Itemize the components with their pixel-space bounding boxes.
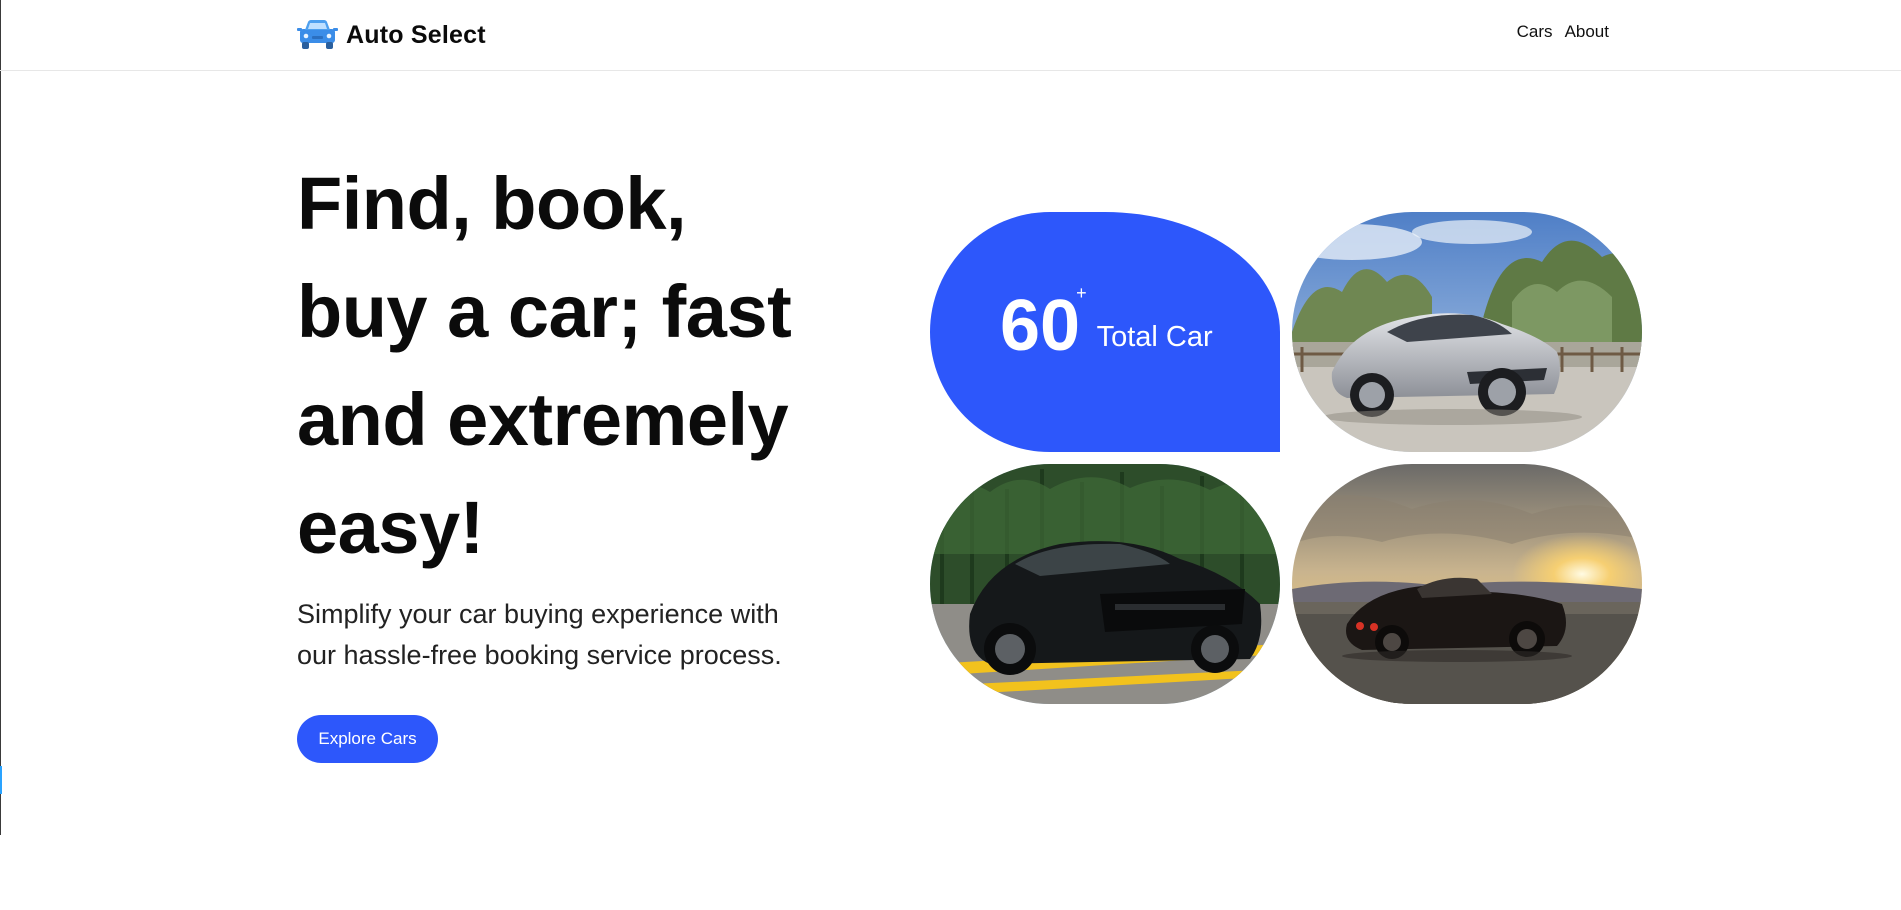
silver-sedan-photo[interactable]: [1292, 212, 1642, 452]
hero-title-line: Find, book,: [297, 162, 687, 245]
nav-link-cars[interactable]: Cars: [1517, 22, 1553, 42]
classic-muscle-car-sunset-photo[interactable]: [1292, 464, 1642, 704]
total-cars-stat-card: 60 + Total Car: [930, 212, 1280, 452]
hero-title: Find, book, buy a car; fast and extremel…: [297, 150, 857, 582]
main-nav: Cars About: [1517, 22, 1609, 42]
hero-title-line: easy!: [297, 486, 484, 569]
nav-link-about[interactable]: About: [1565, 22, 1609, 42]
window-left-edge: [0, 0, 1, 835]
stat-number: 60: [1000, 286, 1081, 366]
hero-title-line: buy a car; fast: [297, 270, 792, 353]
hero-subtitle-line: Simplify your car buying experience with: [297, 599, 779, 629]
site-header: Auto Select Cars About: [0, 0, 1901, 71]
total-cars-stat: 60 + Total Car: [1000, 284, 1213, 366]
brand-logo[interactable]: Auto Select: [297, 18, 486, 52]
hero-title-line: and extremely: [297, 378, 789, 461]
black-mustang-photo[interactable]: [930, 464, 1280, 704]
brand-name: Auto Select: [346, 20, 486, 49]
hero-subtitle: Simplify your car buying experience with…: [297, 594, 817, 676]
window-left-edge-accent: [0, 766, 2, 794]
car-icon: [297, 20, 338, 49]
explore-cars-button[interactable]: Explore Cars: [297, 715, 438, 763]
stat-label: Total Car: [1096, 321, 1213, 353]
hero-subtitle-line: our hassle-free booking service process.: [297, 640, 782, 670]
stat-suffix: +: [1076, 283, 1087, 303]
